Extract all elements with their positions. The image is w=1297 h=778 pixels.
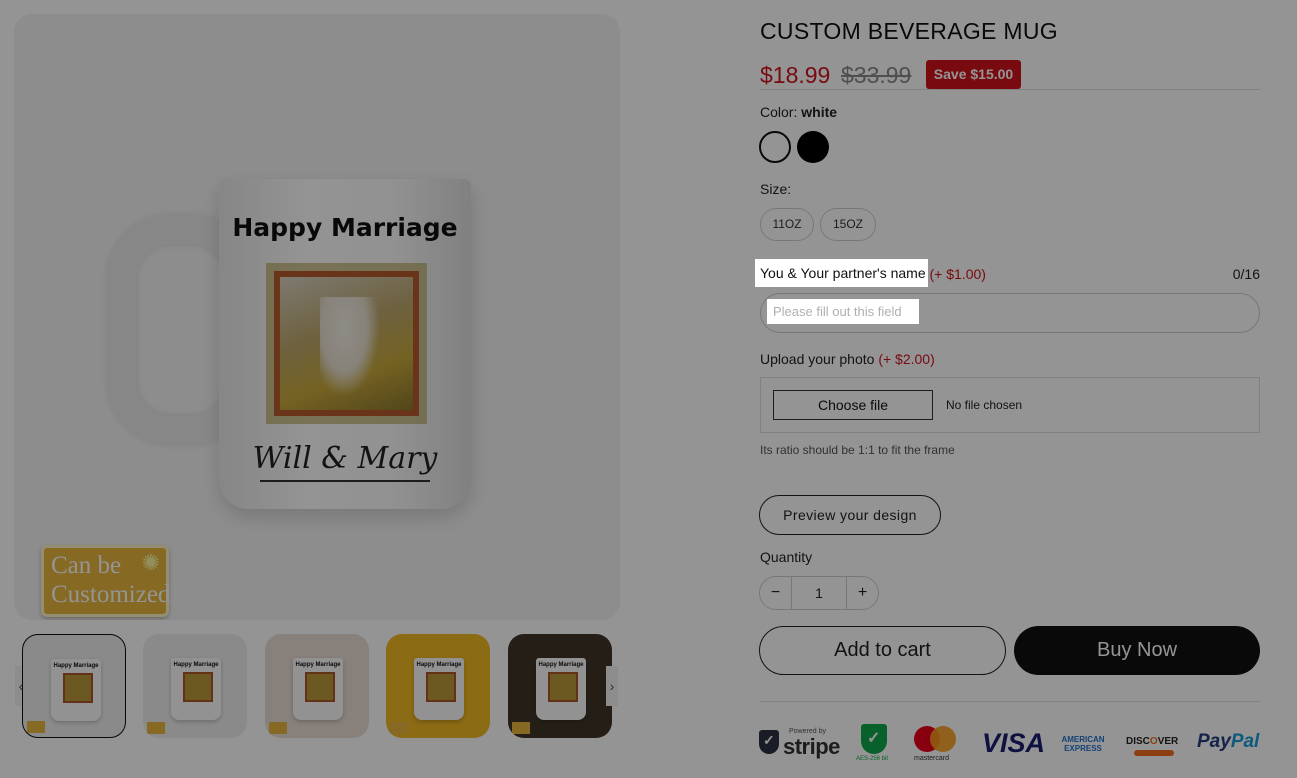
thumbnail-mug: Happy Marriage [293, 658, 343, 720]
amex-line-1: AMERICAN [1061, 735, 1105, 744]
swatch-white[interactable] [759, 131, 791, 163]
thumbnail-3[interactable]: Happy Marriage [265, 634, 369, 738]
thumbnail-mug: Happy Marriage [51, 659, 101, 721]
amex-logo: AMERICAN EXPRESS [1061, 724, 1105, 764]
divider [760, 89, 1260, 90]
thumbnail-badge [27, 721, 45, 733]
compare-price: $33.99 [841, 62, 912, 88]
mug-print-names: Will & Mary [219, 441, 471, 482]
thumbnail-text: Happy Marriage [295, 662, 341, 668]
discover-bar [1134, 750, 1174, 756]
product-page: Happy Marriage Will & Mary Can be Custom… [0, 0, 1297, 778]
file-status: No file chosen [946, 398, 1023, 412]
aes-text: AES-256 bit [856, 756, 889, 762]
stripe-logo: Powered by stripe [759, 724, 840, 764]
paypal-logo: PayPal [1197, 724, 1259, 764]
color-label-text: Color: [760, 104, 798, 120]
thumbnail-text: Happy Marriage [538, 662, 584, 668]
char-counter: 0/16 [1232, 266, 1260, 282]
customizable-badge: Can be Customized ✺ [41, 545, 171, 617]
thumb-next-arrow[interactable]: › [606, 666, 618, 706]
divider [760, 701, 1260, 702]
thumbnail-text: Happy Marriage [173, 662, 219, 668]
thumbnail-text: Happy Marriage [416, 662, 462, 668]
upload-box: Choose file No file chosen [760, 377, 1260, 433]
upload-hint: Its ratio should be 1:1 to fit the frame [760, 443, 955, 457]
thumbnail-mug: Happy Marriage [414, 658, 464, 720]
thumbnail-badge [512, 722, 530, 734]
upload-extra-price: (+ $2.00) [878, 351, 935, 367]
color-label: Color: white [760, 104, 837, 120]
mug-photo-frame [274, 271, 419, 416]
quantity-increase-button[interactable]: + [846, 577, 878, 609]
thumbnail-2[interactable]: Happy Marriage [143, 634, 247, 738]
add-to-cart-button[interactable]: Add to cart [759, 626, 1006, 675]
visa-logo: VISA [982, 728, 1046, 758]
thumbnail-badge [147, 722, 165, 734]
thumbnail-badge [269, 722, 287, 734]
paypal-text-a: Pay [1197, 731, 1231, 752]
highlighted-placeholder: Please fill out this field [767, 299, 919, 324]
thumbnail-4[interactable]: Happy Marriage [386, 634, 490, 738]
thumbnail-mug: Happy Marriage [536, 658, 586, 720]
sale-price: $18.99 [760, 62, 831, 88]
color-selected-value: white [801, 104, 838, 120]
discover-text-o: O [1149, 736, 1158, 747]
security-shield-icon [861, 724, 887, 754]
thumbnail-5[interactable]: Happy Marriage [508, 634, 612, 738]
swatch-black[interactable] [797, 131, 829, 163]
buy-now-button[interactable]: Buy Now [1014, 626, 1260, 675]
thumbnail-badge [390, 722, 408, 734]
amex-line-2: EXPRESS [1064, 744, 1102, 753]
upload-label: Upload your photo (+ $2.00) [760, 351, 935, 367]
quantity-decrease-button[interactable]: − [760, 577, 792, 609]
thumbnail-1[interactable]: Happy Marriage [22, 634, 126, 738]
choose-file-button[interactable]: Choose file [773, 390, 933, 420]
mug-print-title: Happy Marriage [232, 213, 458, 242]
name-field-extra-price: (+ $1.00) [929, 266, 986, 282]
preview-design-button[interactable]: Preview your design [759, 495, 941, 535]
thumbnail-mug: Happy Marriage [171, 658, 221, 720]
size-label: Size: [760, 181, 792, 197]
main-product-image[interactable]: Happy Marriage Will & Mary Can be Custom… [14, 14, 620, 620]
highlighted-name-label: You & Your partner's name [755, 259, 928, 287]
quantity-stepper: − + [759, 576, 879, 610]
couple-photo [320, 297, 380, 397]
badge-line-2: Customized [51, 581, 171, 608]
mug-body: Happy Marriage Will & Mary [219, 179, 471, 509]
thumbnail-text: Happy Marriage [53, 663, 99, 669]
stripe-shield-icon [759, 730, 779, 754]
mastercard-text: mastercard [914, 755, 950, 762]
discover-text-b: VER [1157, 736, 1179, 747]
mastercard-orange-circle [930, 726, 956, 752]
paypal-text-b: Pal [1230, 731, 1260, 752]
product-title: CUSTOM BEVERAGE MUG [760, 18, 1058, 44]
save-badge: Save $15.00 [926, 60, 1021, 89]
discover-logo: DISCOVER [1126, 724, 1178, 764]
lightbulb-icon: ✺ [141, 550, 160, 575]
aes-256-logo: AES-256 bit [856, 724, 892, 764]
quantity-input[interactable] [792, 577, 846, 609]
quantity-label: Quantity [760, 549, 813, 565]
stripe-wordmark: stripe [783, 734, 840, 759]
mastercard-logo: mastercard [912, 724, 960, 764]
discover-text-a: DISC [1126, 736, 1150, 747]
size-option-15oz[interactable]: 15OZ [820, 208, 876, 241]
upload-label-text: Upload your photo [760, 351, 875, 367]
size-option-11oz[interactable]: 11OZ [760, 208, 814, 241]
